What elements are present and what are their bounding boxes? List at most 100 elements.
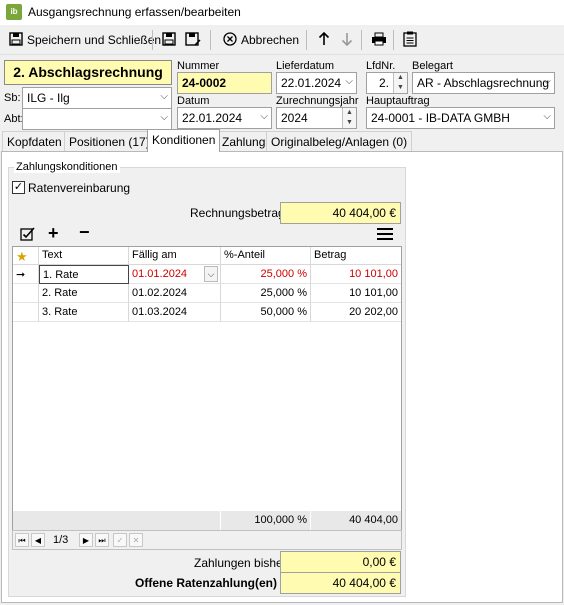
toolbar-separator (393, 30, 394, 50)
lfdnr-value: 2. (378, 76, 389, 90)
confirm-icon[interactable]: ✓ (113, 533, 127, 547)
lieferdatum-label: Lieferdatum (276, 60, 335, 72)
sb-label: Sb: (4, 92, 21, 104)
printer-icon (371, 32, 387, 49)
tab-konditionen[interactable]: Konditionen (147, 129, 221, 152)
offene-ratenzahlung-label: Offene Ratenzahlung(en) (135, 576, 278, 590)
sb-select[interactable]: ILG - Ilg ⌵ (22, 87, 172, 109)
document-type-label: 2. Abschlagsrechnung (4, 60, 172, 85)
save-close-label: Speichern und Schließen (27, 33, 162, 47)
chevron-down-icon[interactable]: ⌵ (260, 111, 268, 122)
chevron-down-icon[interactable]: ⌵ (160, 112, 168, 123)
rechnungsbetrag-field: 40 404,00 € (280, 202, 401, 224)
tab-positionen[interactable]: Positionen (17) (64, 131, 155, 151)
record-position: 1/3 (53, 534, 69, 546)
nummer-field[interactable]: 24-0002 (177, 72, 272, 94)
hauptauftrag-select[interactable]: 24-0001 - IB-DATA GMBH ⌵ (366, 107, 555, 129)
table-cell-text[interactable]: 2. Rate (39, 284, 129, 303)
zahlungen-bisher-label: Zahlungen bisher (194, 556, 287, 570)
datum-value: 22.01.2024 (182, 111, 243, 125)
last-record-icon[interactable]: ⏭ (95, 533, 109, 547)
sb-value: ILG - Ilg (27, 91, 70, 105)
table-cell-anteil[interactable]: 25,000 % (221, 265, 311, 284)
lieferdatum-field[interactable]: 22.01.2024 ⌵ (276, 72, 357, 94)
save-as-button[interactable] (182, 29, 204, 51)
arrow-down-icon (341, 32, 353, 49)
clipboard-icon (403, 31, 417, 50)
column-header-betrag[interactable]: Betrag (311, 247, 401, 265)
chevron-down-icon[interactable]: ⌵ (160, 91, 168, 102)
print-button[interactable] (368, 29, 390, 51)
hamburger-menu-icon (377, 228, 393, 243)
lieferdatum-value: 22.01.2024 (281, 76, 342, 90)
window-title: Ausgangsrechnung erfassen/bearbeiten (28, 5, 241, 19)
spinner-icon[interactable]: ▲ ▼ (393, 73, 407, 93)
table-cell-betrag[interactable]: 10 101,00 (311, 284, 401, 303)
zurechnungsjahr-value: 2024 (281, 111, 308, 125)
table-cell-anteil[interactable]: 50,000 % (221, 303, 311, 322)
save-as-icon (185, 31, 201, 49)
table-cell-faellig[interactable]: 01.02.2024 (129, 284, 221, 303)
table-cell-faellig[interactable]: 01.03.2024 (129, 303, 221, 322)
remove-row-button[interactable]: − (79, 222, 90, 243)
belegart-label: Belegart (412, 60, 453, 72)
add-row-button[interactable]: + (48, 223, 59, 244)
select-all-button[interactable] (20, 226, 36, 244)
first-record-icon[interactable]: ⏮ (15, 533, 29, 547)
save-button[interactable] (159, 29, 179, 51)
table-cell-text[interactable]: 3. Rate (39, 303, 129, 322)
belegart-value: AR - Abschlagsrechnung (417, 76, 550, 90)
menu-button[interactable] (377, 228, 393, 243)
toolbar-separator (306, 30, 307, 50)
discard-icon[interactable]: ✕ (129, 533, 143, 547)
toolbar: Speichern und Schließen Abbrechen (0, 25, 564, 55)
copy-button[interactable] (400, 29, 420, 51)
ratenvereinbarung-label: Ratenvereinbarung (28, 181, 131, 195)
table-cell-faellig[interactable]: 01.01.2024 ⌵ (129, 265, 221, 284)
chevron-down-icon[interactable]: ⌵ (543, 76, 551, 87)
arrow-up-icon (318, 31, 330, 49)
table-cell-betrag[interactable]: 10 101,00 (311, 265, 401, 284)
tab-zahlung[interactable]: Zahlung (217, 131, 271, 151)
lfdnr-field[interactable]: 2. ▲ ▼ (366, 72, 408, 94)
move-down-button[interactable] (338, 29, 356, 51)
row-pointer-icon: ➞ (16, 269, 26, 281)
group-title: Zahlungskonditionen (14, 161, 120, 173)
table-cell-anteil[interactable]: 25,000 % (221, 284, 311, 303)
table-cell-text[interactable]: 1. Rate (39, 265, 129, 284)
datum-field[interactable]: 22.01.2024 ⌵ (177, 107, 272, 129)
star-icon: ★ (16, 249, 28, 264)
ratenvereinbarung-checkbox[interactable]: ✓ (12, 181, 25, 194)
datum-label: Datum (177, 95, 210, 107)
abt-select[interactable]: ⌵ (22, 108, 172, 130)
chevron-down-icon[interactable]: ⌵ (204, 266, 218, 282)
checklist-icon (20, 226, 36, 244)
prev-record-icon[interactable]: ◀ (31, 533, 45, 547)
table-cell-betrag[interactable]: 20 202,00 (311, 303, 401, 322)
save-icon (9, 31, 23, 49)
next-record-icon[interactable]: ▶ (79, 533, 93, 547)
move-up-button[interactable] (315, 29, 333, 51)
chevron-down-icon[interactable]: ⌵ (345, 76, 353, 87)
column-header-faellig[interactable]: Fällig am (129, 247, 221, 265)
toolbar-separator (210, 30, 211, 50)
row-indicator (13, 284, 39, 303)
cancel-circle-icon (223, 31, 237, 49)
tab-originalbeleg[interactable]: Originalbeleg/Anlagen (0) (266, 131, 413, 151)
save-close-button[interactable]: Speichern und Schließen (6, 29, 164, 51)
installments-grid: ★ Text Fällig am %-Anteil Betrag ➞ 1. Ra… (12, 246, 402, 530)
new-row-header: ★ (13, 247, 39, 265)
spinner-icon[interactable]: ▲ ▼ (342, 108, 356, 128)
belegart-select[interactable]: AR - Abschlagsrechnung ⌵ (412, 72, 555, 94)
column-header-anteil[interactable]: %-Anteil (221, 247, 311, 265)
cancel-button[interactable]: Abbrechen (220, 29, 302, 51)
column-header-text[interactable]: Text (39, 247, 129, 265)
zurechnungsjahr-label: Zurechnungsjahr (276, 95, 359, 107)
sum-anteil: 100,000 % (221, 511, 311, 530)
chevron-down-icon[interactable]: ⌵ (543, 111, 551, 122)
tab-kopfdaten[interactable]: Kopfdaten (2, 131, 67, 151)
zurechnungsjahr-field[interactable]: 2024 ▲ ▼ (276, 107, 357, 129)
minus-icon: − (79, 222, 90, 242)
offene-ratenzahlung-field: 40 404,00 € (280, 572, 401, 594)
title-bar: ib Ausgangsrechnung erfassen/bearbeiten (0, 0, 564, 25)
